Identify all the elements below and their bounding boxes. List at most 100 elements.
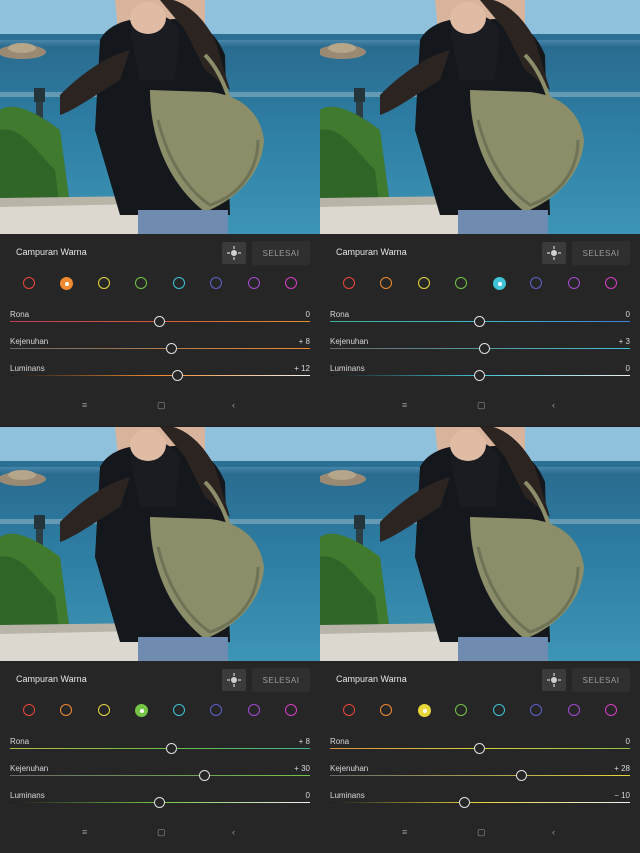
swatch-blue[interactable] xyxy=(530,704,542,716)
photo-scene xyxy=(0,0,320,234)
swatch-red[interactable] xyxy=(343,277,355,289)
swatch-orange[interactable] xyxy=(380,704,392,716)
home-icon[interactable]: ▢ xyxy=(157,400,166,411)
slider-knob-kejenuhan[interactable] xyxy=(166,343,177,354)
back-icon[interactable]: ‹ xyxy=(552,827,555,837)
system-navbar: ≡ ▢ ‹ xyxy=(0,400,320,420)
slider-track-kejenuhan[interactable] xyxy=(10,348,310,349)
swatch-green[interactable] xyxy=(455,277,467,289)
slider-knob-luminans[interactable] xyxy=(474,370,485,381)
swatch-blue[interactable] xyxy=(210,704,222,716)
swatch-yellow[interactable] xyxy=(418,704,431,717)
recent-apps-icon[interactable]: ≡ xyxy=(82,400,87,410)
slider-value-kejenuhan: + 30 xyxy=(294,764,310,773)
slider-track-luminans[interactable] xyxy=(10,375,310,376)
editor-panel-4: Campuran Warna SELESAI Rona 0 Kejenuhan + 2… xyxy=(320,427,640,853)
slider-knob-luminans[interactable] xyxy=(154,797,165,808)
slider-label-rona: Rona xyxy=(10,737,30,746)
swatch-orange[interactable] xyxy=(60,277,73,290)
target-adjust-icon xyxy=(547,246,561,260)
color-mix-editor: Campuran Warna SELESAI Rona + 8 Kejenuhan +… xyxy=(0,661,320,853)
slider-track-kejenuhan[interactable] xyxy=(10,775,310,776)
swatch-red[interactable] xyxy=(343,704,355,716)
swatch-red[interactable] xyxy=(23,704,35,716)
color-mix-editor: Campuran Warna SELESAI Rona 0 Kejenuhan + 3… xyxy=(320,234,640,426)
color-mix-editor: Campuran Warna SELESAI Rona 0 Kejenuhan + 2… xyxy=(320,661,640,853)
slider-label-rona: Rona xyxy=(330,737,350,746)
swatch-blue[interactable] xyxy=(210,277,222,289)
slider-label-kejenuhan: Kejenuhan xyxy=(330,764,369,773)
photo-preview xyxy=(320,427,640,661)
swatch-orange[interactable] xyxy=(380,277,392,289)
color-swatches xyxy=(0,276,320,292)
swatch-red[interactable] xyxy=(23,277,35,289)
swatch-yellow[interactable] xyxy=(98,704,110,716)
home-icon[interactable]: ▢ xyxy=(157,827,166,838)
target-adjust-button[interactable] xyxy=(542,669,566,691)
recent-apps-icon[interactable]: ≡ xyxy=(402,827,407,837)
done-button[interactable]: SELESAI xyxy=(252,668,310,692)
swatch-yellow[interactable] xyxy=(98,277,110,289)
swatch-purple[interactable] xyxy=(568,704,580,716)
swatch-magenta[interactable] xyxy=(285,277,297,289)
swatch-magenta[interactable] xyxy=(605,277,617,289)
target-adjust-icon xyxy=(227,246,241,260)
target-adjust-button[interactable] xyxy=(542,242,566,264)
swatch-aqua[interactable] xyxy=(173,277,185,289)
slider-knob-rona[interactable] xyxy=(166,743,177,754)
slider-knob-rona[interactable] xyxy=(474,743,485,754)
slider-knob-luminans[interactable] xyxy=(459,797,470,808)
home-icon[interactable]: ▢ xyxy=(477,827,486,838)
recent-apps-icon[interactable]: ≡ xyxy=(402,400,407,410)
slider-value-luminans: 0 xyxy=(305,791,310,800)
swatch-magenta[interactable] xyxy=(285,704,297,716)
screenshot-grid: Campuran Warna SELESAI Rona 0 Kejenuhan + 8… xyxy=(0,0,640,853)
swatch-blue[interactable] xyxy=(530,277,542,289)
slider-value-rona: 0 xyxy=(625,310,630,319)
back-icon[interactable]: ‹ xyxy=(232,827,235,837)
photo-scene xyxy=(0,427,320,661)
panel-title: Campuran Warna xyxy=(336,247,407,257)
swatch-aqua[interactable] xyxy=(173,704,185,716)
slider-knob-rona[interactable] xyxy=(154,316,165,327)
slider-value-kejenuhan: + 28 xyxy=(614,764,630,773)
slider-value-kejenuhan: + 8 xyxy=(298,337,310,346)
swatch-aqua[interactable] xyxy=(493,277,506,290)
slider-knob-rona[interactable] xyxy=(474,316,485,327)
back-icon[interactable]: ‹ xyxy=(232,400,235,410)
swatch-green[interactable] xyxy=(135,704,148,717)
slider-knob-kejenuhan[interactable] xyxy=(516,770,527,781)
swatch-yellow[interactable] xyxy=(418,277,430,289)
editor-panel-1: Campuran Warna SELESAI Rona 0 Kejenuhan + 8… xyxy=(0,0,320,426)
slider-label-luminans: Luminans xyxy=(10,791,45,800)
swatch-green[interactable] xyxy=(455,704,467,716)
done-button[interactable]: SELESAI xyxy=(252,241,310,265)
slider-track-rona[interactable] xyxy=(10,748,310,749)
photo-preview xyxy=(320,0,640,234)
slider-knob-kejenuhan[interactable] xyxy=(199,770,210,781)
system-navbar: ≡ ▢ ‹ xyxy=(0,827,320,847)
photo-preview xyxy=(0,0,320,234)
swatch-magenta[interactable] xyxy=(605,704,617,716)
done-button[interactable]: SELESAI xyxy=(572,241,630,265)
slider-label-kejenuhan: Kejenuhan xyxy=(10,764,49,773)
slider-knob-kejenuhan[interactable] xyxy=(478,343,490,354)
swatch-purple[interactable] xyxy=(248,277,260,289)
swatch-orange[interactable] xyxy=(60,704,72,716)
slider-track-kejenuhan[interactable] xyxy=(330,775,630,776)
done-button[interactable]: SELESAI xyxy=(572,668,630,692)
swatch-aqua[interactable] xyxy=(493,704,505,716)
swatch-green[interactable] xyxy=(135,277,147,289)
recent-apps-icon[interactable]: ≡ xyxy=(82,827,87,837)
back-icon[interactable]: ‹ xyxy=(552,400,555,410)
target-adjust-button[interactable] xyxy=(222,242,246,264)
slider-knob-luminans[interactable] xyxy=(172,370,183,381)
target-adjust-button[interactable] xyxy=(222,669,246,691)
slider-value-kejenuhan: + 3 xyxy=(618,337,630,346)
home-icon[interactable]: ▢ xyxy=(477,400,486,411)
swatch-purple[interactable] xyxy=(248,704,260,716)
color-swatches xyxy=(0,703,320,719)
swatch-purple[interactable] xyxy=(568,277,580,289)
slider-label-luminans: Luminans xyxy=(10,364,45,373)
slider-track-luminans[interactable] xyxy=(330,802,630,803)
